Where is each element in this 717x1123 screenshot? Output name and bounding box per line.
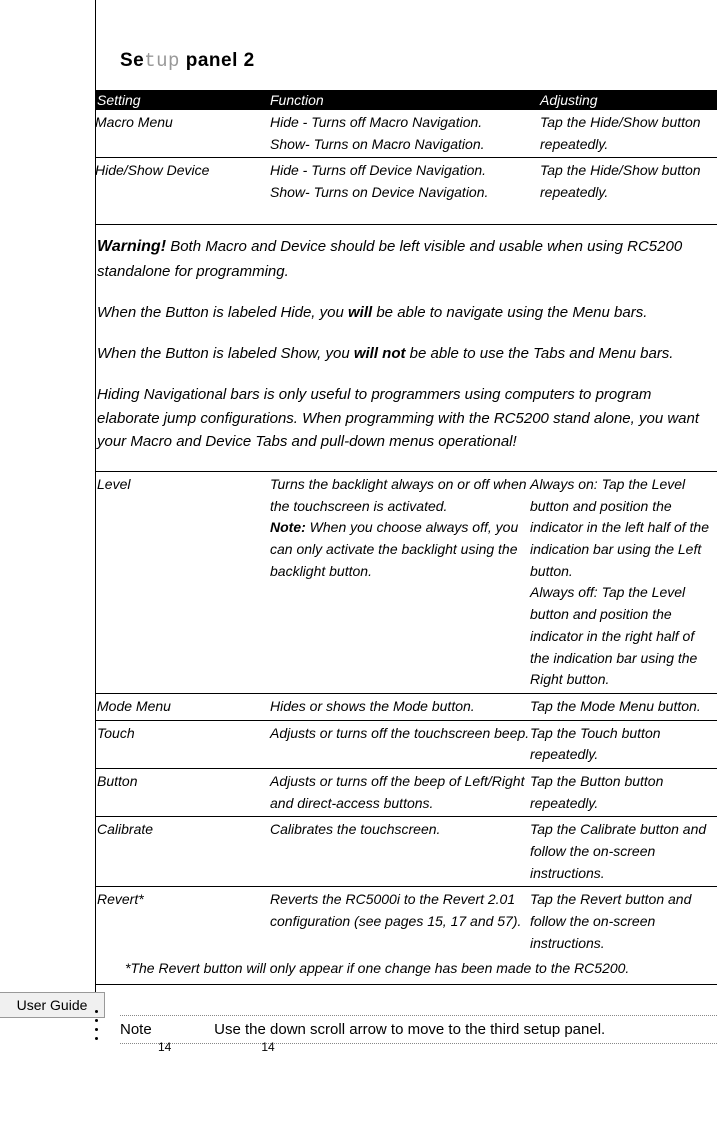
adj-line: Tap the Hide/Show button xyxy=(540,162,701,178)
func-note-label: Note: xyxy=(270,519,306,535)
settings-table-top: Setting Function Adjusting Macro Menu Hi… xyxy=(95,90,717,206)
func-text: When you choose always off, you can only… xyxy=(270,519,518,578)
page-num: 14 xyxy=(158,1040,258,1054)
content-area: Setup panel 2 Setting Function Adjusting… xyxy=(95,0,717,1044)
cell-function: Turns the backlight always on or off whe… xyxy=(270,472,530,694)
table-row: Revert* Reverts the RC5000i to the Rever… xyxy=(95,887,717,957)
warning-label: Warning! xyxy=(97,238,166,255)
table-row: Level Turns the backlight always on or o… xyxy=(95,472,717,694)
page-numbers: 14 14 xyxy=(158,1040,275,1054)
cell-adjusting: Tap the Calibrate button and follow the … xyxy=(530,817,717,887)
cell-function: Adjusts or turns off the touchscreen bee… xyxy=(270,720,530,768)
cell-adjusting: Tap the Mode Menu button. xyxy=(530,693,717,720)
cell-function: Adjusts or turns off the beep of Left/Ri… xyxy=(270,768,530,816)
title-panel: panel 2 xyxy=(180,50,255,71)
cell-adjusting: Always on: Tap the Level button and posi… xyxy=(530,472,717,694)
warning-text: Both Macro and Device should be left vis… xyxy=(97,238,682,280)
revert-footnote: *The Revert button will only appear if o… xyxy=(95,956,717,985)
page-title: Setup panel 2 xyxy=(120,50,717,72)
warning-p3: When the Button is labeled Show, you wil… xyxy=(97,342,717,365)
note-text: Use the down scroll arrow to move to the… xyxy=(214,1021,605,1038)
cell-function: Hide - Turns off Device Navigation. Show… xyxy=(270,158,540,206)
table-header-row: Setting Function Adjusting xyxy=(95,90,717,110)
header-function: Function xyxy=(270,90,540,110)
warning-text: When the Button is labeled Hide, you xyxy=(97,304,348,321)
cell-adjusting: Tap the Hide/Show button repeatedly. xyxy=(540,110,717,158)
cell-function: Hide - Turns off Macro Navigation. Show-… xyxy=(270,110,540,158)
warning-p1: Warning! Both Macro and Device should be… xyxy=(97,235,717,283)
func-line: Hide - Turns off Macro Navigation. xyxy=(270,114,482,130)
header-setting: Setting xyxy=(95,90,270,110)
note-label: Note xyxy=(120,1021,210,1038)
warning-p4: Hiding Navigational bars is only useful … xyxy=(97,383,717,453)
page-num: 14 xyxy=(261,1040,274,1054)
dots-decoration xyxy=(95,1010,98,1040)
adj-line: repeatedly. xyxy=(540,136,608,152)
cell-setting: Button xyxy=(95,768,270,816)
func-line: Show- Turns on Device Navigation. xyxy=(270,184,488,200)
warning-text: When the Button is labeled Show, you xyxy=(97,345,354,362)
user-guide-tab: User Guide xyxy=(0,992,105,1018)
title-se: Se xyxy=(120,50,144,71)
cell-adjusting: Tap the Hide/Show button repeatedly. xyxy=(540,158,717,206)
adj-line: repeatedly. xyxy=(540,184,608,200)
cell-function: Calibrates the touchscreen. xyxy=(270,817,530,887)
cell-adjusting: Tap the Revert button and follow the on-… xyxy=(530,887,717,957)
cell-adjusting: Tap the Button button repeatedly. xyxy=(530,768,717,816)
cell-setting: Mode Menu xyxy=(95,693,270,720)
warning-text: be able to navigate using the Menu bars. xyxy=(372,304,647,321)
warning-block: Warning! Both Macro and Device should be… xyxy=(95,224,717,453)
table-row: Calibrate Calibrates the touchscreen. Ta… xyxy=(95,817,717,887)
warning-bold: will not xyxy=(354,345,406,362)
warning-p2: When the Button is labeled Hide, you wil… xyxy=(97,301,717,324)
cell-setting: Macro Menu xyxy=(95,110,270,158)
func-line: Show- Turns on Macro Navigation. xyxy=(270,136,485,152)
title-tup: tup xyxy=(144,50,180,72)
cell-setting: Level xyxy=(95,472,270,694)
cell-function: Reverts the RC5000i to the Revert 2.01 c… xyxy=(270,887,530,957)
warning-text: be able to use the Tabs and Menu bars. xyxy=(406,345,674,362)
func-text: Turns the backlight always on or off whe… xyxy=(270,476,527,514)
cell-setting: Touch xyxy=(95,720,270,768)
cell-function: Hides or shows the Mode button. xyxy=(270,693,530,720)
settings-table-bottom: Level Turns the backlight always on or o… xyxy=(95,471,717,956)
cell-setting: Hide/Show Device xyxy=(95,158,270,206)
cell-adjusting: Tap the Touch button repeatedly. xyxy=(530,720,717,768)
adj-line: Tap the Hide/Show button xyxy=(540,114,701,130)
header-adjusting: Adjusting xyxy=(540,90,717,110)
table-row: Button Adjusts or turns off the beep of … xyxy=(95,768,717,816)
table-row: Hide/Show Device Hide - Turns off Device… xyxy=(95,158,717,206)
table-row: Mode Menu Hides or shows the Mode button… xyxy=(95,693,717,720)
warning-bold: will xyxy=(348,304,372,321)
cell-setting: Calibrate xyxy=(95,817,270,887)
table-row: Macro Menu Hide - Turns off Macro Naviga… xyxy=(95,110,717,158)
cell-setting: Revert* xyxy=(95,887,270,957)
table-row: Touch Adjusts or turns off the touchscre… xyxy=(95,720,717,768)
func-line: Hide - Turns off Device Navigation. xyxy=(270,162,486,178)
